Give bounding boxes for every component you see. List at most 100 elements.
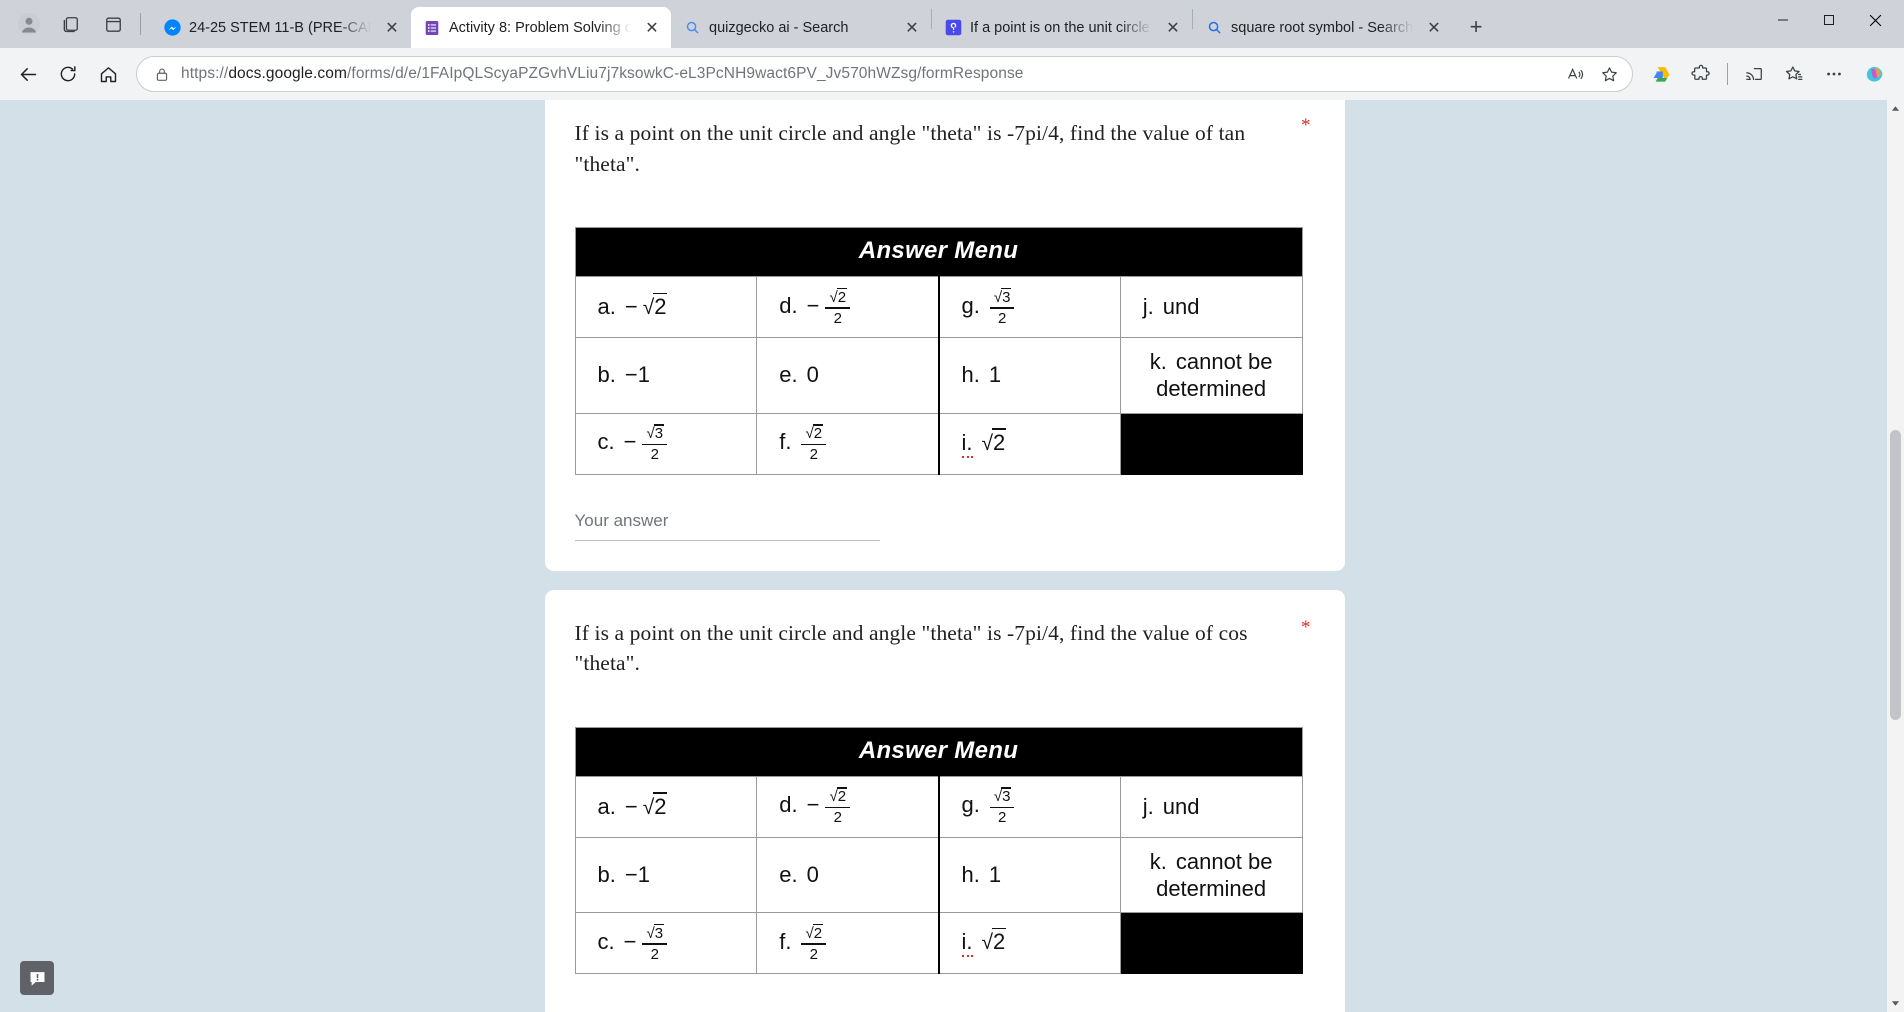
scroll-up-arrow[interactable] [1887,100,1904,117]
option-label: h. [961,861,980,887]
home-button[interactable] [88,54,128,94]
read-aloud-icon[interactable] [1558,58,1592,90]
browser-tab-0[interactable]: 24-25 STEM 11-B (PRE-CALCULU ✕ [151,7,411,48]
option-value: cannot be determined [1156,349,1273,402]
answer-option-f: f. √2 2 [756,412,939,475]
refresh-button[interactable] [48,54,88,94]
toolbar-icons [1641,54,1894,94]
option-label: b. [597,362,616,388]
option-value: 0 [806,861,819,887]
option-label: f. [779,429,792,455]
tab-list: 24-25 STEM 11-B (PRE-CALCULU ✕ Activity … [151,0,1760,48]
tab-strip: 24-25 STEM 11-B (PRE-CALCULU ✕ Activity … [0,0,1904,48]
required-asterisk: * [1301,115,1311,136]
close-tab-icon[interactable]: ✕ [1421,15,1447,41]
option-label: f. [779,928,792,954]
favorites-list-icon[interactable] [1774,54,1814,94]
table-row: c. − √3 2 f. √2 2 i. √2 [574,412,1303,475]
url-scheme: https:// [181,65,229,82]
browser-tab-title: 24-25 STEM 11-B (PRE-CALCULU [189,19,371,36]
table-row: b. −1 e. 0 h. 1 k. cannot be determined [574,337,1303,414]
address-bar-url: https://docs.google.com/forms/d/e/1FAIpQ… [181,65,1558,83]
tabstrip-left-controls [4,0,151,48]
table-row: Answer Menu [574,726,1303,777]
back-button[interactable] [8,54,48,94]
browser-tab-3[interactable]: If a point is on the unit circle and ✕ [932,7,1192,48]
page-scrollbar[interactable] [1887,100,1904,1012]
option-label: d. [779,292,798,318]
answer-option-b: b. −1 [574,836,758,914]
copilot-icon[interactable] [1854,54,1894,94]
google-forms-icon [423,19,441,37]
option-label: g. [961,292,980,318]
profile-avatar-icon[interactable] [11,6,47,42]
option-value: −1 [624,861,650,887]
option-label: g. [961,792,980,818]
option-label: j. [1142,793,1154,819]
collections-icon[interactable] [53,6,89,42]
option-value: 1 [988,861,1002,887]
answer-option-g: g. √3 2 [937,276,1121,339]
table-row: a. − √2 d. − √2 2 g. √3 2 j. und [574,775,1303,838]
answer-option-a: a. − √2 [574,775,758,838]
required-asterisk: * [1301,616,1311,638]
option-label: j. [1142,294,1154,320]
minimize-window-button[interactable] [1760,0,1806,40]
quizgecko-icon [944,19,962,37]
answer-option-k: k. cannot be determined [1119,836,1303,914]
table-row: a. − √2 d. − √2 2 g. √3 2 j. und [574,276,1303,339]
option-label: d. [779,792,798,818]
browser-tab-4[interactable]: square root symbol - Search ✕ [1193,7,1453,48]
send-feedback-icon[interactable] [20,961,54,995]
scrollbar-thumb[interactable] [1890,430,1901,720]
google-drive-icon[interactable] [1641,54,1681,94]
answer-input-1[interactable]: Your answer [574,511,880,541]
answer-menu-table: Answer Menu a. − √2 d. − √2 2 g. √3 2 j.… [574,227,1303,475]
option-label: k. [1149,848,1167,874]
cast-icon[interactable] [1734,54,1774,94]
browser-tab-2[interactable]: quizgecko ai - Search ✕ [671,7,931,48]
answer-option-f: f. √2 2 [756,912,939,975]
close-tab-icon[interactable]: ✕ [899,15,925,41]
answer-option-g: g. √3 2 [937,775,1121,838]
address-bar[interactable]: https://docs.google.com/forms/d/e/1FAIpQ… [136,56,1633,92]
form-question-card-1: * If is a point on the unit circle and a… [544,100,1345,571]
answer-option-a: a. − √2 [574,276,758,339]
more-ellipsis-icon[interactable] [1814,54,1854,94]
option-value: und [1162,294,1200,320]
scroll-down-arrow[interactable] [1887,995,1904,1012]
answer-option-c: c. − √3 2 [574,912,758,975]
answer-option-k: k. cannot be determined [1119,337,1303,414]
table-row: Answer Menu [574,227,1303,278]
option-value: −1 [624,362,650,388]
option-label: c. [597,928,615,954]
option-label: a. [597,294,616,320]
url-path: /forms/d/e/1FAIpQLScyaPZGvhVLiu7j7ksowkC… [347,65,1024,82]
maximize-window-button[interactable] [1806,0,1852,40]
answer-option-d: d. − √2 2 [756,775,939,838]
answer-option-b: b. −1 [574,337,758,414]
browser-chrome: 24-25 STEM 11-B (PRE-CALCULU ✕ Activity … [0,0,1904,100]
google-form-page: * If is a point on the unit circle and a… [0,100,1889,1012]
tab-actions-icon[interactable] [95,6,131,42]
answer-option-j: j. und [1119,276,1303,339]
extensions-puzzle-icon[interactable] [1681,54,1721,94]
close-tab-icon[interactable]: ✕ [1160,15,1186,41]
browser-tab-title: square root symbol - Search [1231,19,1413,36]
browser-tab-1[interactable]: Activity 8: Problem Solving on Ci ✕ [411,7,671,48]
new-tab-button[interactable]: + [1459,10,1493,44]
star-outline-icon[interactable] [1592,58,1626,90]
close-tab-icon[interactable]: ✕ [639,15,665,41]
toolbar-divider [1727,63,1728,85]
close-tab-icon[interactable]: ✕ [379,15,405,41]
option-label: i. [961,430,973,458]
answer-option-j: j. und [1119,775,1303,838]
answer-option-e: e. 0 [756,337,939,414]
option-value: cannot be determined [1156,848,1273,901]
bing-search-icon [1205,19,1223,37]
address-bar-actions [1558,58,1626,90]
option-label: b. [597,861,616,887]
close-window-button[interactable] [1852,0,1898,40]
option-value: und [1162,793,1200,819]
browser-toolbar: https://docs.google.com/forms/d/e/1FAIpQ… [0,48,1904,100]
